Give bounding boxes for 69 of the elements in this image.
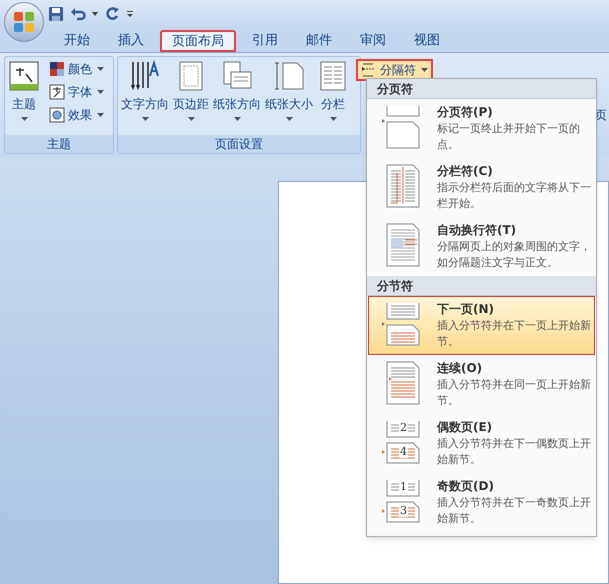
dropdown-caret-icon — [97, 90, 104, 94]
ribbon-button[interactable]: 页边距 — [172, 59, 210, 135]
menu-item-description: 插入分节符并在下一奇数页上开始新节。 — [437, 495, 592, 527]
menu-item[interactable]: 1 3 奇数页(D) 插入分节符并在下一奇数页上开始新节。 — [368, 473, 595, 532]
save-icon[interactable] — [48, 6, 64, 22]
menu-item-title: 自动换行符(T) — [437, 222, 518, 239]
menu-item[interactable]: 下一页(N) 插入分节符并在下一页上开始新节。 — [368, 296, 595, 355]
section-header: 分节符 — [367, 276, 596, 296]
ribbon-tab[interactable]: 引用 — [240, 30, 290, 52]
page-number: 1 — [399, 481, 408, 493]
group-label: 主题 — [5, 135, 113, 153]
menu-item[interactable]: 自动换行符(T) 分隔网页上的对象周围的文字，如分隔题注文字与正文。 — [368, 217, 595, 276]
page-number: 3 — [399, 505, 408, 517]
page-number: 2 — [399, 422, 408, 434]
page-number: 4 — [399, 446, 408, 458]
menu-item-description: 分隔网页上的对象周围的文字，如分隔题注文字与正文。 — [437, 239, 592, 271]
menu-item-description: 标记一页终止并开始下一页的点。 — [437, 121, 581, 153]
ribbon-button[interactable]: 字体 — [47, 82, 106, 102]
dropdown-caret-icon — [234, 117, 240, 121]
fonts-icon — [49, 84, 65, 100]
dropdown-caret-icon[interactable] — [92, 12, 98, 16]
dropdown-caret-icon — [20, 117, 28, 121]
office-logo-icon — [12, 10, 36, 34]
ribbon-button[interactable]: 纸张大小 — [264, 59, 314, 135]
menu-item-description: 指示分栏符后面的文字将从下一栏开始。 — [437, 180, 592, 212]
dropdown-caret-icon — [142, 117, 148, 121]
colors-icon — [49, 61, 65, 77]
menu-item[interactable]: 连续(O) 插入分节符并在同一页上开始新节。 — [368, 355, 595, 414]
dropdown-caret-icon — [421, 68, 428, 72]
ribbon-button[interactable]: 文字方向 — [120, 59, 170, 135]
ribbon-button[interactable]: 主题 — [7, 59, 41, 135]
menu-item-description: 插入分节符并在下一偶数页上开始新节。 — [437, 436, 592, 468]
dropdown-caret-icon — [286, 117, 292, 121]
menu-item-title: 下一页(N) — [437, 301, 496, 318]
menu-item[interactable]: 分栏符(C) 指示分栏符后面的文字将从下一栏开始。 — [368, 158, 595, 217]
effects-icon — [49, 107, 65, 123]
menu-item-title: 偶数页(E) — [437, 419, 494, 436]
menu-item-title: 连续(O) — [437, 360, 484, 377]
customize-toolbar-icon[interactable] — [126, 10, 134, 18]
ribbon-tab[interactable]: 插入 — [106, 30, 156, 52]
ribbon-tab[interactable]: 开始 — [52, 30, 102, 52]
menu-item-description: 插入分节符并在下一页上开始新节。 — [437, 318, 592, 350]
ribbon-tab[interactable]: 审阅 — [348, 30, 398, 52]
menu-item[interactable]: 2 4 偶数页(E) 插入分节符并在下一偶数页上开始新节。 — [368, 414, 595, 473]
section-header: 分页符 — [367, 79, 596, 99]
group-label: 页面设置 — [118, 135, 360, 153]
theme-icon — [8, 60, 40, 92]
dropdown-caret-icon — [97, 113, 104, 117]
ribbon-label: 页 — [595, 107, 605, 124]
ribbon-button[interactable]: 纸张方向 — [212, 59, 262, 135]
size-icon — [273, 60, 305, 92]
menu-item-title: 分栏符(C) — [437, 163, 494, 180]
ribbon-tab[interactable]: 视图 — [402, 30, 452, 52]
dropdown-caret-icon — [97, 67, 104, 71]
ribbon-button[interactable]: 分栏 — [316, 59, 350, 135]
menu-item-description: 插入分节符并在同一页上开始新节。 — [437, 377, 592, 409]
menu-item-title: 奇数页(D) — [437, 478, 495, 495]
undo-icon[interactable] — [70, 6, 86, 22]
menu-item[interactable]: 分页符(P) 标记一页终止并开始下一页的点。 — [368, 99, 595, 158]
breaks-icon — [361, 62, 377, 78]
redo-icon[interactable] — [104, 6, 120, 22]
menu-item-title: 分页符(P) — [437, 104, 494, 121]
ribbon-button[interactable]: 效果 — [47, 105, 106, 125]
dropdown-caret-icon — [188, 117, 194, 121]
ribbon-tab[interactable]: 页面布局 — [160, 30, 236, 52]
dropdown-caret-icon — [330, 117, 336, 121]
ribbon-button[interactable]: 颜色 — [47, 59, 106, 79]
ribbon-tab[interactable]: 邮件 — [294, 30, 344, 52]
text-direction-icon — [129, 60, 161, 92]
